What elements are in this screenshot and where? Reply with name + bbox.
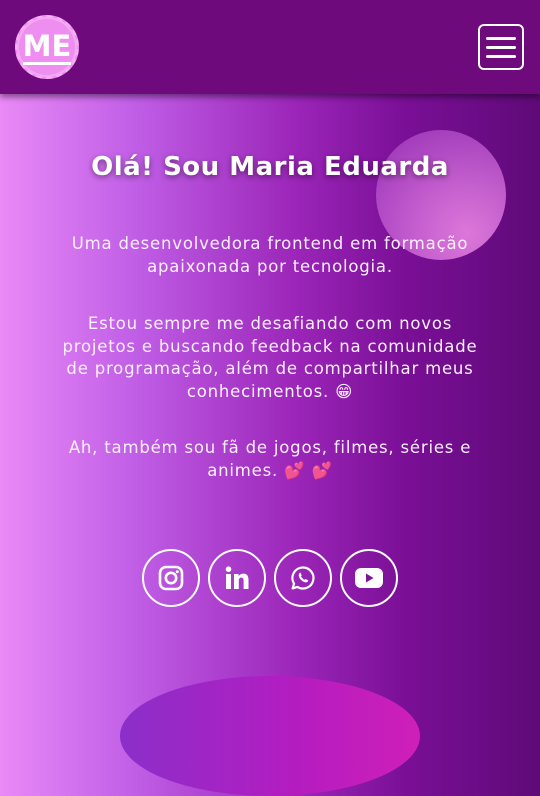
youtube-icon[interactable] [340,549,398,607]
decorative-bottom-bubble [120,676,420,796]
whatsapp-icon[interactable] [274,549,332,607]
linkedin-icon[interactable] [208,549,266,607]
hamburger-menu-icon[interactable] [478,24,524,70]
hobbies-paragraph: Ah, também sou fã de jogos, filmes, séri… [68,438,472,480]
page-title: Olá! Sou Maria Eduarda [91,152,449,182]
instagram-icon[interactable] [142,549,200,607]
about-paragraph: Estou sempre me desafiando com novos pro… [62,314,478,401]
logo-text: ME [22,28,72,65]
logo[interactable]: ME [15,15,79,79]
social-links [0,549,540,607]
intro-paragraph: Uma desenvolvedora frontend em formação … [71,234,469,276]
site-header: ME [0,0,540,94]
